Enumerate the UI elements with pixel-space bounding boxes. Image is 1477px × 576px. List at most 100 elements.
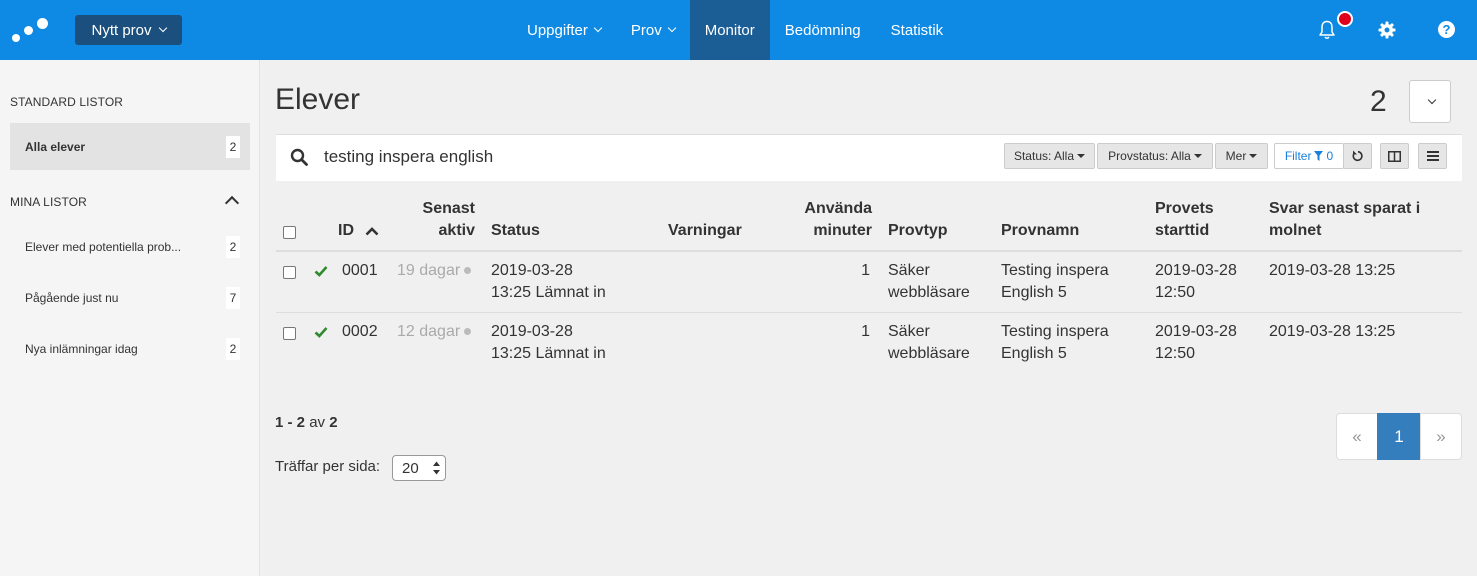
exam-status-filter-dropdown[interactable]: Provstatus: Alla [1097, 143, 1213, 169]
nav-uppgifter-label: Uppgifter [527, 21, 588, 39]
search-input[interactable] [324, 145, 924, 169]
column-header-last-active[interactable]: Senast aktiv [405, 198, 475, 242]
sidebar-item-ongoing[interactable]: Pågående just nu 7 [10, 274, 250, 321]
pagination-next[interactable]: » [1420, 413, 1462, 460]
column-header-id[interactable]: ID [338, 220, 354, 242]
nav-prov[interactable]: Prov [616, 0, 690, 60]
main-nav: Uppgifter Prov Monitor Bedömning Statist… [512, 0, 958, 60]
columns-button[interactable] [1380, 143, 1409, 169]
chevron-down-icon [1427, 95, 1436, 104]
status-filter-label: Status: Alla [1013, 149, 1075, 163]
row-checkbox[interactable] [283, 327, 296, 340]
sidebar-item-count: 7 [226, 287, 240, 309]
column-header-start-line2: starttid [1155, 222, 1210, 239]
page-title: Elever [275, 83, 361, 116]
filter-button[interactable]: Filter 0 [1274, 143, 1344, 169]
status-dot-icon [464, 267, 472, 275]
row-last-active: 12 dagar [397, 321, 472, 343]
help-icon[interactable]: ? [1438, 21, 1455, 38]
row-divider [276, 312, 1462, 313]
row-checkbox[interactable] [283, 266, 296, 279]
sort-ascending-icon[interactable] [365, 226, 379, 236]
my-lists-header: MINA LISTOR [10, 195, 87, 209]
row-saved: 2019-03-28 13:25 [1269, 323, 1396, 340]
refresh-button[interactable] [1343, 143, 1372, 169]
caret-down-icon [1249, 154, 1258, 158]
column-header-start-line1: Provets [1155, 200, 1214, 217]
row-minutes: 1 [861, 262, 870, 279]
sidebar-item-count: 2 [226, 338, 240, 360]
total-dropdown-button[interactable] [1409, 80, 1451, 123]
row-status: 2019-03-28 13:25 Lämnat in [491, 260, 606, 304]
column-header-minutes-line1: Använda [804, 200, 872, 217]
status-dot-icon [464, 328, 472, 336]
menu-button[interactable] [1418, 143, 1447, 169]
new-exam-label: Nytt prov [91, 21, 152, 39]
row-start-time: 2019-03-28 12:50 [1155, 321, 1237, 365]
column-header-exam-type[interactable]: Provtyp [888, 220, 948, 242]
sidebar-item-alla-elever[interactable]: Alla elever 2 [10, 123, 250, 170]
nav-statistik[interactable]: Statistik [876, 0, 959, 60]
row-exam-type: Säker webbläsare [888, 321, 970, 365]
row-status-line1: 2019-03-28 [491, 323, 573, 340]
caret-down-icon [1077, 154, 1086, 158]
row-start-line1: 2019-03-28 [1155, 323, 1237, 340]
exam-status-filter-label: Provstatus: Alla [1108, 149, 1191, 163]
total-count: 2 [1370, 85, 1387, 118]
sidebar-item-label: Pågående just nu [25, 290, 119, 305]
column-header-start-time[interactable]: Provets starttid [1155, 198, 1214, 242]
nav-uppgifter[interactable]: Uppgifter [512, 0, 616, 60]
nav-bedomning[interactable]: Bedömning [770, 0, 876, 60]
column-header-saved-in-cloud[interactable]: Svar senast sparat i molnet [1269, 198, 1420, 242]
per-page-value: 20 [402, 459, 419, 477]
sidebar-item-count: 2 [226, 236, 240, 258]
nav-monitor-label: Monitor [704, 21, 755, 39]
pagination-page-1[interactable]: 1 [1377, 413, 1421, 460]
chevron-down-icon [667, 23, 676, 33]
top-bar: Nytt prov Uppgifter Prov Monitor Bedömni… [0, 0, 1477, 60]
bell-icon[interactable] [1318, 20, 1336, 40]
row-last-active-text: 19 dagar [397, 262, 461, 279]
status-filter-dropdown[interactable]: Status: Alla [1004, 143, 1095, 169]
column-header-status[interactable]: Status [491, 220, 540, 242]
notification-badge [1337, 11, 1353, 27]
row-start-line2: 12:50 [1155, 345, 1196, 362]
nav-prov-label: Prov [630, 21, 662, 39]
check-icon [314, 266, 328, 277]
row-exam-type-line1: Säker [888, 323, 930, 340]
standard-lists-header: STANDARD LISTOR [10, 95, 124, 109]
column-header-exam-name[interactable]: Provnamn [1001, 220, 1079, 242]
columns-icon [1388, 150, 1401, 162]
row-last-active-text: 12 dagar [397, 323, 461, 340]
filter-label: Filter [1284, 149, 1312, 163]
pagination-prev[interactable]: « [1336, 413, 1378, 460]
result-range: 1 - 2 av 2 [275, 414, 338, 431]
row-start-line1: 2019-03-28 [1155, 262, 1237, 279]
nav-statistik-label: Statistik [890, 21, 944, 39]
new-exam-button[interactable]: Nytt prov [75, 15, 182, 45]
row-exam-name-line2: English 5 [1001, 284, 1067, 301]
select-arrows-icon [433, 461, 440, 475]
result-range-total: 2 [329, 414, 338, 431]
row-status-line2: 13:25 Lämnat in [491, 284, 606, 301]
column-header-minutes-line2: minuter [813, 222, 872, 239]
gear-icon[interactable] [1378, 21, 1396, 39]
row-status: 2019-03-28 13:25 Lämnat in [491, 321, 606, 365]
sidebar-item-potential-problems[interactable]: Elever med potentiella prob... 2 [10, 223, 250, 270]
column-header-last-active-line2: aktiv [438, 222, 475, 239]
sidebar-item-new-submissions[interactable]: Nya inlämningar idag 2 [10, 325, 250, 372]
column-header-minutes[interactable]: Använda minuter [790, 198, 872, 242]
inspera-logo[interactable] [10, 14, 50, 46]
per-page-select[interactable]: 20 [392, 455, 446, 481]
row-exam-name-line2: English 5 [1001, 345, 1067, 362]
row-status-line1: 2019-03-28 [491, 262, 573, 279]
nav-monitor[interactable]: Monitor [689, 0, 770, 60]
column-header-warnings[interactable]: Varningar [668, 220, 742, 242]
select-all-checkbox[interactable] [283, 226, 296, 239]
nav-bedomning-label: Bedömning [784, 21, 861, 39]
row-exam-type-line2: webbläsare [888, 284, 970, 301]
chevron-down-icon [593, 23, 603, 33]
row-exam-name: Testing inspera English 5 [1001, 260, 1109, 304]
more-filter-dropdown[interactable]: Mer [1215, 143, 1268, 169]
table-header-divider [276, 250, 1462, 252]
